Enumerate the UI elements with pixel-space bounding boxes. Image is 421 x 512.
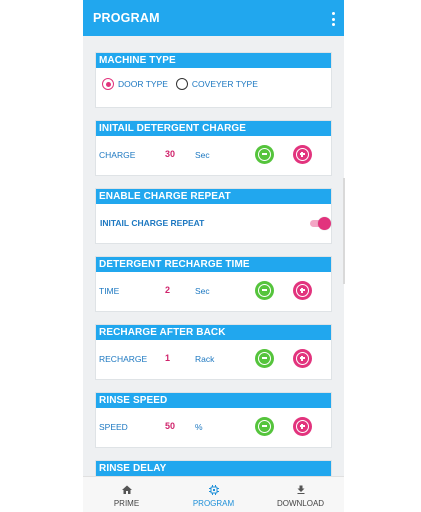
charge-unit: Sec <box>195 150 210 160</box>
settings-list[interactable]: MACHINE TYPE DOOR TYPE COVEYER TYPE INIT… <box>83 36 344 476</box>
plus-icon <box>296 284 309 297</box>
rinse-speed-card: RINSE SPEED SPEED 50 % <box>95 392 332 448</box>
recharge-label: RECHARGE <box>99 354 148 364</box>
door-type-radio[interactable] <box>102 78 114 90</box>
nav-item-prime[interactable]: PRIME <box>83 477 170 512</box>
bottom-navigation: PRIME PROGRAM DOWNLOAD <box>83 476 344 512</box>
time-decrement-button[interactable] <box>255 281 274 300</box>
recharge-decrement-button[interactable] <box>255 349 274 368</box>
machine-type-card: MACHINE TYPE DOOR TYPE COVEYER TYPE <box>95 52 332 108</box>
recharge-after-back-header: RECHARGE AFTER BACK <box>96 325 331 340</box>
detergent-charge-header: INITAIL DETERGENT CHARGE <box>96 121 331 136</box>
charge-repeat-label: INITAIL CHARGE REPEAT <box>100 218 205 228</box>
plus-icon <box>296 352 309 365</box>
nav-item-download[interactable]: DOWNLOAD <box>257 477 344 512</box>
rinse-speed-header: RINSE SPEED <box>96 393 331 408</box>
charge-repeat-header: ENABLE CHARGE REPEAT <box>96 189 331 204</box>
recharge-value: 1 <box>165 353 171 363</box>
app-bar: PROGRAM <box>83 0 344 36</box>
minus-icon <box>258 284 271 297</box>
nav-label-program: PROGRAM <box>192 499 235 508</box>
detergent-charge-card: INITAIL DETERGENT CHARGE CHARGE 30 Sec <box>95 120 332 176</box>
charge-repeat-toggle[interactable] <box>310 217 331 230</box>
app-screen: PROGRAM MACHINE TYPE DOOR TYPE COVEYER T… <box>83 0 344 512</box>
nav-label-download: DOWNLOAD <box>276 499 325 508</box>
nav-label-prime: PRIME <box>113 499 140 508</box>
minus-icon <box>258 352 271 365</box>
charge-repeat-card: ENABLE CHARGE REPEAT INITAIL CHARGE REPE… <box>95 188 332 244</box>
recharge-increment-button[interactable] <box>293 349 312 368</box>
minus-icon <box>258 420 271 433</box>
door-type-label[interactable]: DOOR TYPE <box>118 79 168 89</box>
speed-increment-button[interactable] <box>293 417 312 436</box>
speed-value: 50 <box>165 421 176 431</box>
time-unit: Sec <box>195 286 210 296</box>
recharge-time-header: DETERGENT RECHARGE TIME <box>96 257 331 272</box>
time-label: TIME <box>99 286 120 296</box>
charge-label: CHARGE <box>99 150 136 160</box>
recharge-unit: Rack <box>195 354 215 364</box>
time-value: 2 <box>165 285 171 295</box>
charge-decrement-button[interactable] <box>255 145 274 164</box>
rinse-delay-card: RINSE DELAY <box>95 460 332 476</box>
nav-item-program[interactable]: PROGRAM <box>170 477 257 512</box>
speed-decrement-button[interactable] <box>255 417 274 436</box>
coveyer-type-label[interactable]: COVEYER TYPE <box>192 79 258 89</box>
chip-icon <box>208 485 219 495</box>
charge-value: 30 <box>165 149 176 159</box>
plus-icon <box>296 420 309 433</box>
recharge-time-card: DETERGENT RECHARGE TIME TIME 2 Sec <box>95 256 332 312</box>
download-icon <box>297 485 304 494</box>
machine-type-header: MACHINE TYPE <box>96 53 331 68</box>
page-title: PROGRAM <box>93 11 160 25</box>
plus-icon <box>296 148 309 161</box>
coveyer-type-radio[interactable] <box>175 78 188 90</box>
speed-label: SPEED <box>99 422 128 432</box>
recharge-after-back-card: RECHARGE AFTER BACK RECHARGE 1 Rack <box>95 324 332 380</box>
rinse-delay-header: RINSE DELAY <box>96 461 331 476</box>
home-icon <box>121 485 132 494</box>
time-increment-button[interactable] <box>293 281 312 300</box>
scrollbar[interactable] <box>343 178 345 284</box>
speed-unit: % <box>195 422 203 432</box>
overflow-menu-icon[interactable] <box>330 12 336 26</box>
charge-increment-button[interactable] <box>293 145 312 164</box>
minus-icon <box>258 148 271 161</box>
